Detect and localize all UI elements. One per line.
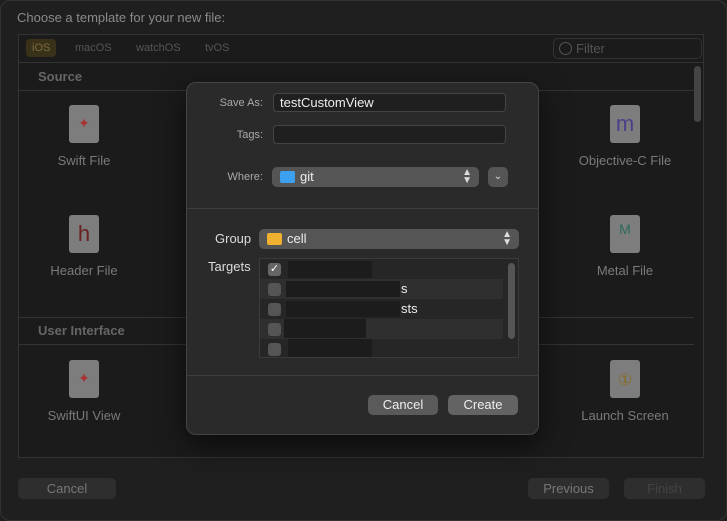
- template-label: Header File: [50, 263, 118, 278]
- tags-input[interactable]: [273, 125, 506, 144]
- section-user-interface: User Interface: [38, 323, 125, 338]
- expand-button[interactable]: ⌄: [488, 167, 508, 187]
- target-name: s: [401, 281, 408, 296]
- target-row[interactable]: [260, 339, 503, 359]
- target-row[interactable]: s: [260, 279, 503, 299]
- target-row[interactable]: sts: [260, 299, 503, 319]
- finish-button[interactable]: Finish: [624, 478, 705, 499]
- tab-macos[interactable]: macOS: [75, 42, 112, 54]
- section-source: Source: [38, 69, 83, 84]
- updown-icon: ▲ ▼: [462, 167, 472, 186]
- template-header-file[interactable]: h Header File: [29, 215, 139, 278]
- previous-button[interactable]: Previous: [528, 478, 609, 499]
- target-checkbox[interactable]: [268, 323, 281, 336]
- template-label: SwiftUI View: [47, 408, 121, 423]
- template-label: Objective-C File: [578, 153, 672, 168]
- chevron-down-icon: ⌄: [493, 171, 503, 182]
- template-objc-file[interactable]: m Objective-C File: [570, 105, 680, 168]
- updown-icon: ▲ ▼: [502, 229, 512, 248]
- template-label: Swift File: [57, 153, 111, 168]
- header-file-icon: h: [69, 215, 99, 253]
- tags-label: Tags:: [236, 129, 263, 141]
- save-as-input[interactable]: testCustomView: [273, 93, 506, 112]
- target-checkbox[interactable]: [268, 283, 281, 296]
- cancel-button[interactable]: Cancel: [18, 478, 116, 499]
- target-row[interactable]: ✓: [260, 259, 503, 279]
- create-button[interactable]: Create: [448, 395, 518, 415]
- template-metal-file[interactable]: M Metal File: [570, 215, 680, 278]
- template-launch-screen[interactable]: ① Launch Screen: [570, 360, 680, 423]
- filter-input[interactable]: Filter: [553, 38, 702, 59]
- template-swift-file[interactable]: ✦ Swift File: [29, 105, 139, 168]
- cancel-button[interactable]: Cancel: [368, 395, 438, 415]
- group-label: Group: [215, 231, 252, 246]
- save-dialog: Save As: testCustomView Tags: Where: git…: [186, 82, 539, 435]
- group-popup[interactable]: cell ▲ ▼: [259, 229, 519, 249]
- where-value: git: [300, 169, 314, 184]
- filter-icon: [559, 42, 572, 55]
- where-popup[interactable]: git ▲ ▼: [272, 167, 479, 187]
- template-label: Launch Screen: [581, 408, 669, 423]
- target-checkbox[interactable]: [268, 343, 281, 356]
- tab-watchos[interactable]: watchOS: [136, 42, 181, 54]
- swiftui-file-icon: ✦: [69, 360, 99, 398]
- group-value: cell: [287, 231, 307, 246]
- divider: [187, 375, 538, 376]
- template-swiftui-view[interactable]: ✦ SwiftUI View: [29, 360, 139, 423]
- launch-screen-icon: ①: [610, 360, 640, 398]
- targets-label: Targets: [208, 259, 251, 274]
- targets-scrollbar[interactable]: [508, 263, 515, 339]
- save-as-label: Save As:: [219, 97, 263, 109]
- metal-file-icon: M: [610, 215, 640, 253]
- where-label: Where:: [227, 171, 263, 183]
- template-label: Metal File: [596, 263, 654, 278]
- target-checkbox[interactable]: [268, 303, 281, 316]
- targets-list: ✓ s sts: [259, 258, 519, 358]
- target-name: sts: [401, 301, 418, 316]
- filter-placeholder: Filter: [576, 41, 605, 56]
- window-title: Choose a template for your new file:: [17, 10, 226, 25]
- folder-icon: [267, 233, 282, 245]
- scrollbar[interactable]: [694, 66, 701, 122]
- tab-ios[interactable]: iOS: [26, 39, 57, 57]
- target-checkbox[interactable]: ✓: [268, 263, 281, 276]
- objc-file-icon: m: [610, 105, 640, 143]
- folder-icon: [280, 171, 295, 183]
- divider: [187, 208, 538, 209]
- target-row[interactable]: [260, 319, 503, 339]
- tab-tvos[interactable]: tvOS: [205, 42, 229, 54]
- swift-file-icon: ✦: [69, 105, 99, 143]
